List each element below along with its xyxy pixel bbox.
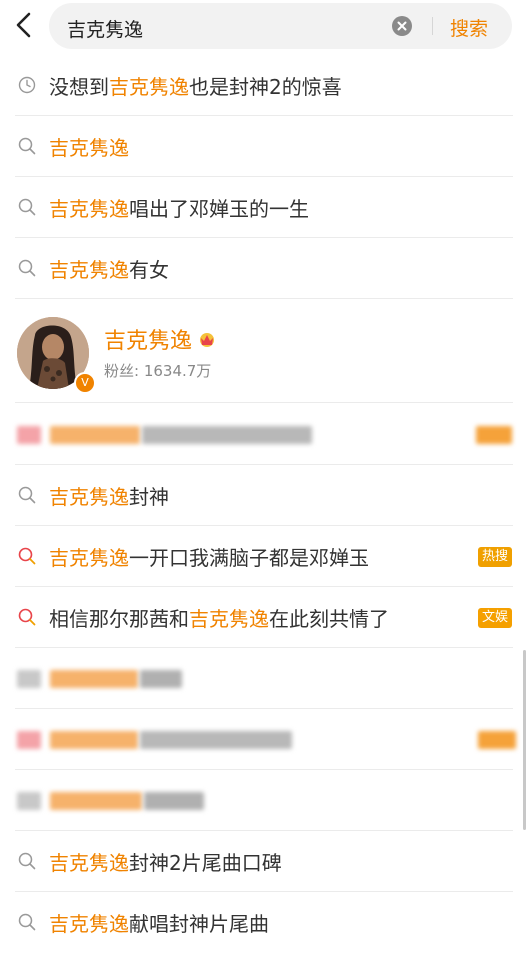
suggestion-text: 吉克隽逸封神2片尾曲口碑: [49, 851, 282, 875]
hot-search-icon: [18, 547, 36, 565]
entertainment-badge: 文娱: [477, 608, 512, 628]
back-arrow-icon[interactable]: [10, 10, 38, 40]
search-input[interactable]: 吉克隽逸: [67, 15, 143, 42]
suggestion-text: 相信那尔那茜和吉克隽逸在此刻共情了: [49, 607, 389, 631]
suggestion-row[interactable]: 吉克隽逸一开口我满脑子都是邓婵玉 热搜: [0, 526, 528, 587]
clear-icon[interactable]: [392, 16, 412, 36]
search-icon: [18, 259, 36, 277]
suggestion-text: 吉克隽逸: [49, 136, 129, 160]
crown-icon: [200, 333, 214, 347]
row-divider: [15, 298, 513, 299]
user-profile-card[interactable]: V 吉克隽逸 粉丝: 1634.7万: [0, 300, 528, 403]
suggestion-row[interactable]: 相信那尔那茜和吉克隽逸在此刻共情了 文娱: [0, 587, 528, 648]
suggestion-row[interactable]: 吉克隽逸: [0, 116, 528, 177]
suggestion-row[interactable]: 吉克隽逸封神: [0, 465, 528, 526]
search-icon: [18, 137, 36, 155]
top-bar: 吉克隽逸 搜索: [0, 0, 528, 52]
clock-icon: [18, 76, 36, 94]
suggestion-row[interactable]: 吉克隽逸封神2片尾曲口碑: [0, 831, 528, 892]
profile-name: 吉克隽逸: [104, 329, 193, 354]
suggestion-text: 没想到吉克隽逸也是封神2的惊喜: [49, 75, 342, 99]
divider: [432, 17, 433, 35]
scrollbar[interactable]: [523, 650, 526, 830]
suggestion-text: 吉克隽逸有女: [49, 258, 169, 282]
hot-badge: 热搜: [477, 547, 512, 567]
search-button[interactable]: 搜索: [450, 14, 488, 41]
search-icon: [18, 852, 36, 870]
search-box[interactable]: 吉克隽逸 搜索: [49, 3, 512, 49]
blurred-row: [0, 404, 528, 465]
search-icon: [18, 913, 36, 931]
row-divider: [15, 402, 513, 403]
blurred-row: [0, 648, 528, 709]
profile-fans: 粉丝: 1634.7万: [104, 362, 212, 380]
suggestion-row[interactable]: 吉克隽逸献唱封神片尾曲: [0, 892, 528, 953]
search-icon: [18, 486, 36, 504]
suggestion-row[interactable]: 吉克隽逸唱出了邓婵玉的一生: [0, 177, 528, 238]
blurred-row: [0, 709, 528, 770]
suggestion-row[interactable]: 没想到吉克隽逸也是封神2的惊喜: [0, 55, 528, 116]
suggestion-text: 吉克隽逸唱出了邓婵玉的一生: [49, 197, 309, 221]
suggestion-text: 吉克隽逸封神: [49, 485, 169, 509]
suggestion-text: 吉克隽逸一开口我满脑子都是邓婵玉: [49, 546, 369, 570]
search-icon: [18, 198, 36, 216]
suggestion-text: 吉克隽逸献唱封神片尾曲: [49, 912, 269, 936]
blurred-row: [0, 770, 528, 831]
verified-badge-icon: V: [74, 372, 96, 394]
suggestion-row[interactable]: 吉克隽逸有女: [0, 238, 528, 299]
hot-search-icon: [18, 608, 36, 626]
